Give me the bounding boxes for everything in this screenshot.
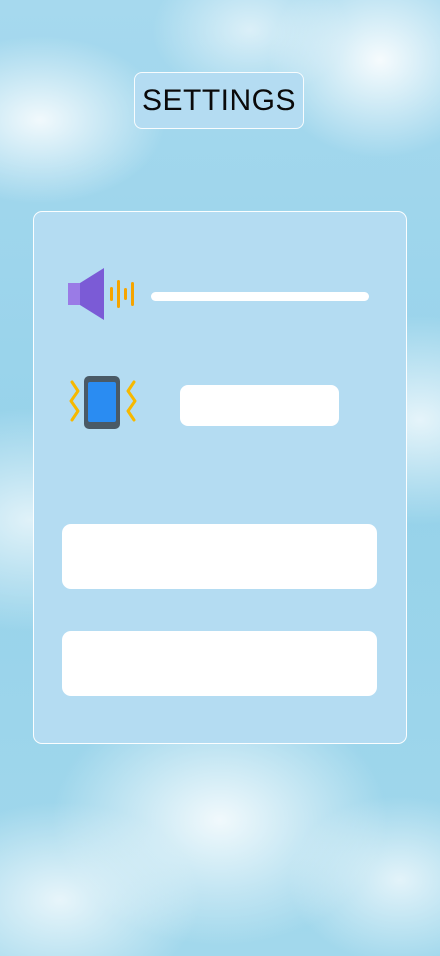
page-title: SETTINGS	[134, 72, 304, 129]
vibration-field[interactable]	[180, 385, 339, 426]
volume-slider[interactable]	[151, 292, 369, 301]
vibrating-phone-icon	[69, 376, 137, 429]
page-title-text: SETTINGS	[141, 83, 296, 117]
settings-panel	[33, 211, 407, 744]
speaker-icon	[68, 268, 134, 320]
settings-field[interactable]	[62, 524, 377, 589]
settings-field[interactable]	[62, 631, 377, 696]
